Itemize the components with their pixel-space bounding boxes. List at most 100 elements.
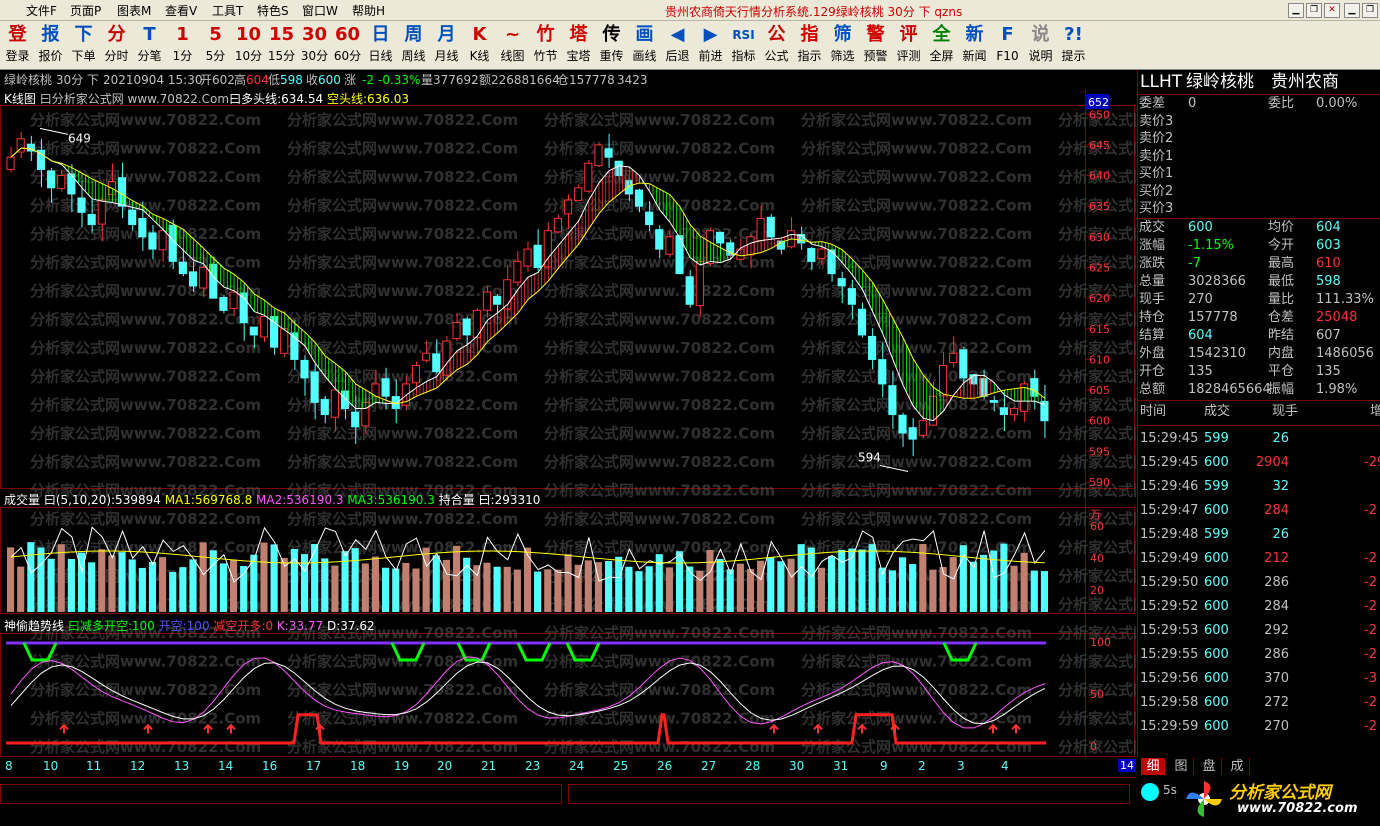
- toolbar-button-30[interactable]: F F10: [991, 22, 1024, 68]
- toolbar-button-32[interactable]: ?! 提示: [1057, 22, 1090, 68]
- child-restore-button[interactable]: ❐: [1362, 3, 1378, 18]
- toolbar-button-20[interactable]: ◀ 后退: [661, 22, 694, 68]
- stat-row: 开仓 135 平仓 135: [1138, 363, 1380, 381]
- toolbar-icon-16: 竹: [536, 24, 555, 45]
- toolbar-button-5[interactable]: 1 1分: [166, 22, 199, 68]
- menu-item-7[interactable]: 帮助H: [352, 2, 385, 19]
- toolbar-button-6[interactable]: 5 5分: [199, 22, 232, 68]
- candle-body: [351, 411, 360, 428]
- kline-chart-svg[interactable]: 分析家公式网www.70822.Com 分析家公式网www.70822.Com 分析…: [0, 90, 1136, 758]
- app-title: 贵州农商倚天行情分析系统.129绿岭核桃 30分 下 qzns: [665, 5, 963, 19]
- toolbar-button-21[interactable]: ▶ 前进: [694, 22, 727, 68]
- candle-body: [67, 173, 76, 195]
- watermark-text: 分析家公式网www.70822.Com: [801, 168, 1032, 186]
- tick-change: -2: [1364, 575, 1377, 590]
- toolbar-button-3[interactable]: 分分时: [100, 22, 133, 68]
- watermark-text: 分析家公式网www.70822.Com: [287, 254, 518, 272]
- volume-bar: [716, 559, 724, 612]
- menu-item-3[interactable]: 查看V: [165, 2, 197, 19]
- tick-price: 600: [1204, 719, 1229, 734]
- tab-3[interactable]: 成: [1225, 758, 1250, 775]
- menu-item-4[interactable]: 工具T: [212, 2, 243, 19]
- tab-2[interactable]: 盘: [1197, 758, 1222, 775]
- tick-volume: 270: [1264, 719, 1289, 734]
- watermark-text: 分析家公式网www.70822.Com: [801, 140, 1032, 158]
- candle-body: [817, 248, 826, 259]
- candle-body: [756, 217, 765, 242]
- toolbar-icon-14: K: [472, 24, 487, 45]
- tick-time: 15:29:50: [1140, 575, 1199, 590]
- toolbar-button-26[interactable]: 警预警: [859, 22, 892, 68]
- menu-item-0[interactable]: 文件F: [26, 2, 57, 19]
- time-axis-label: 10: [43, 759, 59, 773]
- info-change: -2: [362, 73, 374, 87]
- watermark-text: 分析家公式网www.70822.Com: [1058, 567, 1136, 585]
- price-tick-label: 605: [1089, 384, 1110, 397]
- toolbar-button-0[interactable]: 登登录: [1, 22, 34, 68]
- restore-button[interactable]: ❐: [1306, 3, 1322, 18]
- toolbar-button-14[interactable]: K K线: [463, 22, 496, 68]
- volume-bar: [432, 555, 440, 612]
- stat-label-2: 均价: [1268, 220, 1295, 235]
- stat-value: 157778: [1188, 310, 1238, 325]
- toolbar-button-17[interactable]: 塔宝塔: [562, 22, 595, 68]
- candle-body: [493, 295, 502, 305]
- toolbar-button-31[interactable]: 说说明: [1024, 22, 1057, 68]
- time-axis-label: 17: [306, 759, 322, 773]
- toolbar-button-13[interactable]: 月月线: [430, 22, 463, 68]
- toolbar-button-22[interactable]: RSI 指标: [727, 22, 760, 68]
- tick-row: 15:29:45 599 26: [1138, 427, 1380, 451]
- toolbar-button-7[interactable]: 10 10分: [232, 22, 265, 68]
- toolbar-label-11: 日线: [368, 49, 393, 63]
- bull-label: 曰多头线:: [229, 92, 282, 106]
- toolbar-button-27[interactable]: 评评测: [892, 22, 925, 68]
- toolbar-button-15[interactable]: ~ 线图: [496, 22, 529, 68]
- volume-title-name: 成交量: [4, 493, 41, 507]
- toolbar-button-2[interactable]: 下下单: [67, 22, 100, 68]
- candle-body: [959, 349, 968, 379]
- toolbar-icon-27: 评: [899, 24, 918, 45]
- toolbar-button-12[interactable]: 周周线: [397, 22, 430, 68]
- watermark-text: 分析家公式网www.70822.Com: [30, 396, 261, 414]
- candle-body: [949, 352, 958, 364]
- tab-1[interactable]: 图: [1169, 758, 1194, 775]
- toolbar-button-9[interactable]: 30 30分: [298, 22, 331, 68]
- toolbar-button-11[interactable]: 日日线: [364, 22, 397, 68]
- menu-item-5[interactable]: 特色S: [257, 2, 289, 19]
- toolbar-button-29[interactable]: 新新闻: [958, 22, 991, 68]
- kline-title: K线图 曰分析家公式网 www.70822.Com曰多头线:634.54 空头线…: [4, 91, 409, 107]
- watermark-text: 分析家公式网www.70822.Com: [30, 111, 261, 129]
- tick-time: 15:29:58: [1140, 695, 1199, 710]
- toolbar-button-19[interactable]: 画画线: [628, 22, 661, 68]
- toolbar-button-24[interactable]: 指指示: [793, 22, 826, 68]
- toolbar-button-16[interactable]: 竹竹节: [529, 22, 562, 68]
- watermark-text: 分析家公式网www.70822.Com: [801, 596, 1032, 614]
- menu-item-6[interactable]: 窗口W: [302, 2, 338, 19]
- close-button[interactable]: ✕: [1324, 3, 1340, 18]
- volume-bar: [746, 569, 755, 612]
- current-price-label: 652: [1088, 96, 1109, 109]
- child-minimize-button[interactable]: ▁: [1344, 3, 1360, 18]
- toolbar-button-28[interactable]: 全全屏: [925, 22, 958, 68]
- toolbar-button-10[interactable]: 60 60分: [331, 22, 364, 68]
- tab-0[interactable]: 细: [1141, 758, 1165, 775]
- info-oi-label: 仓: [557, 73, 570, 87]
- stat-value-2: 1.98%: [1316, 382, 1358, 397]
- menu-item-1[interactable]: 页面P: [70, 2, 101, 19]
- depth-value: 0: [1188, 96, 1197, 111]
- toolbar: 登登录报报价下下单分分时 T 分笔 1 1分 5 5分 10 10分 15 15分 30 30分 60 60…: [0, 21, 1380, 70]
- toolbar-button-1[interactable]: 报报价: [34, 22, 67, 68]
- toolbar-button-8[interactable]: 15 15分: [265, 22, 298, 68]
- chart-area[interactable]: 分析家公式网www.70822.Com 分析家公式网www.70822.Com 分析…: [0, 90, 1136, 758]
- time-axis-label: 11: [86, 759, 102, 773]
- volume-bar: [452, 545, 461, 612]
- menu-item-2[interactable]: 图表M: [117, 2, 151, 19]
- toolbar-button-4[interactable]: T 分笔: [133, 22, 166, 68]
- candle-body: [229, 291, 238, 309]
- toolbar-button-23[interactable]: 公公式: [760, 22, 793, 68]
- toolbar-button-25[interactable]: 筛筛选: [826, 22, 859, 68]
- watermark-text: 分析家公式网www.70822.Com: [1058, 368, 1136, 386]
- info-close: 600: [318, 73, 341, 87]
- toolbar-button-18[interactable]: 传重传: [595, 22, 628, 68]
- minimize-button[interactable]: ▁: [1288, 3, 1304, 18]
